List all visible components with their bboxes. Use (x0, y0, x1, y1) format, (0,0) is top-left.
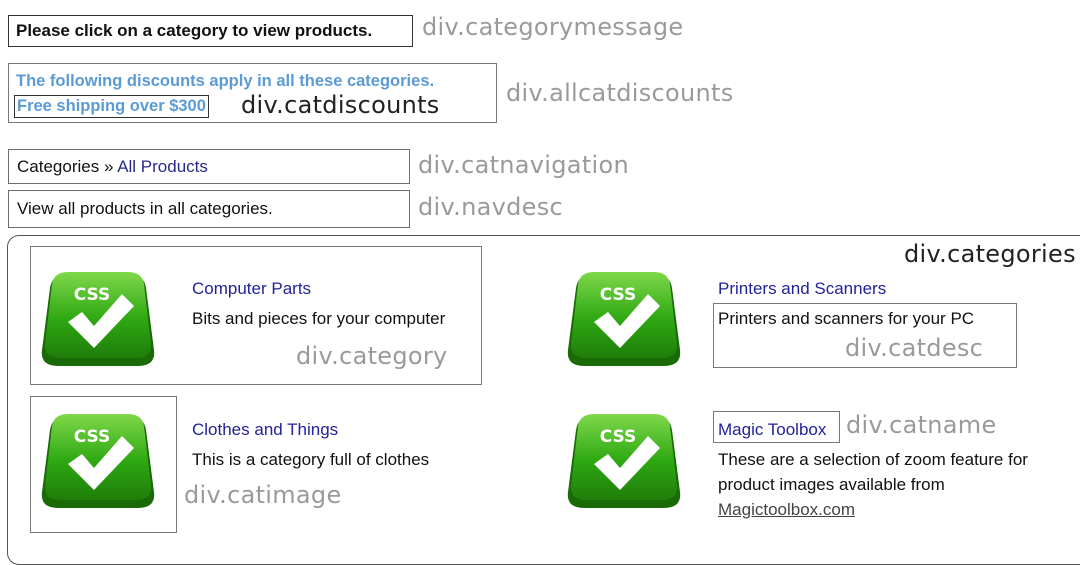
css-check-icon[interactable]: CSS (36, 270, 156, 370)
annotation-navdesc: div.navdesc (418, 193, 563, 221)
icon-label: CSS (74, 427, 111, 447)
category-description: These are a selection of zoom feature fo… (718, 447, 1063, 522)
category-navigation: Categories » All Products (8, 149, 410, 184)
css-check-icon[interactable]: CSS (562, 412, 682, 512)
category-name-clothes-things[interactable]: Clothes and Things (192, 420, 338, 440)
icon-label: CSS (74, 285, 111, 305)
annotation-catdiscounts: div.catdiscounts (241, 91, 440, 119)
navigation-description: View all products in all categories. (8, 190, 410, 228)
annotation-catnavigation: div.catnavigation (418, 151, 629, 179)
annotation-categories: div.categories (904, 240, 1076, 268)
icon-label: CSS (600, 427, 637, 447)
category-name-printers-scanners[interactable]: Printers and Scanners (718, 279, 886, 299)
css-check-icon[interactable]: CSS (36, 412, 156, 512)
css-check-icon[interactable]: CSS (562, 270, 682, 370)
annotation-allcatdiscounts: div.allcatdiscounts (506, 79, 734, 107)
annotation-category: div.category (296, 342, 448, 370)
annotation-catname: div.catname (846, 411, 997, 439)
annotation-catdesc: div.catdesc (845, 334, 984, 362)
discounts-heading: The following discounts apply in all the… (16, 72, 435, 90)
category-message: Please click on a category to view produ… (8, 15, 413, 47)
all-category-discounts: The following discounts apply in all the… (8, 63, 497, 123)
breadcrumb-root: Categories (17, 157, 100, 176)
icon-label: CSS (600, 285, 637, 305)
category-name-magic-toolbox[interactable]: Magic Toolbox (718, 420, 826, 440)
category-name-computer-parts[interactable]: Computer Parts (192, 279, 311, 299)
category-description: Bits and pieces for your computer (192, 309, 446, 328)
annotation-categorymessage: div.categorymessage (422, 13, 684, 41)
breadcrumb-separator: » (99, 157, 118, 176)
magictoolbox-link[interactable]: Magictoolbox.com (718, 500, 855, 519)
breadcrumb-all-products-link[interactable]: All Products (117, 157, 208, 176)
category-description: This is a category full of clothes (192, 450, 430, 469)
category-discount-item: Free shipping over $300 (14, 95, 209, 118)
annotation-catimage: div.catimage (184, 481, 342, 509)
category-description-text: These are a selection of zoom feature fo… (718, 450, 1028, 494)
category-description: Printers and scanners for your PC (718, 309, 975, 328)
